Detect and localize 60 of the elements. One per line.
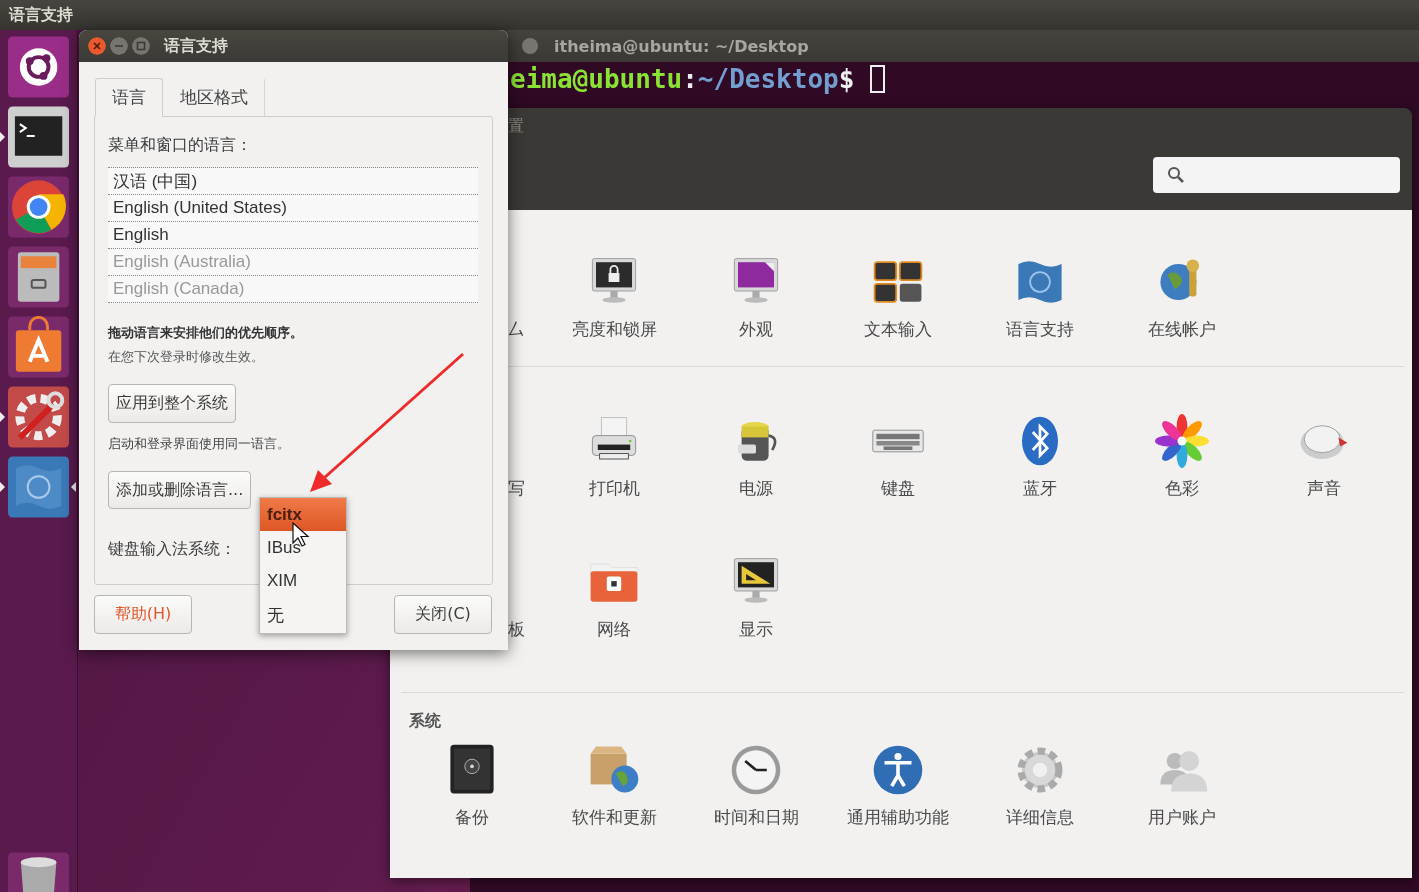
settings-item-label[interactable]: 电源 (739, 477, 773, 500)
app-title: 语言支持 (9, 4, 73, 26)
settings-item-label[interactable]: 写 (508, 477, 525, 500)
menu-item[interactable]: XIM (260, 564, 346, 597)
settings-item-label[interactable]: 板 (508, 618, 525, 641)
note-text: 启动和登录界面使用同一语言。 (108, 435, 291, 453)
apply-button[interactable]: 应用到整个系统 (108, 384, 236, 423)
color-flower-icon (1154, 414, 1210, 468)
maximize-icon[interactable] (132, 37, 150, 55)
close-icon[interactable] (88, 37, 106, 55)
hint-text: 拖动语言来安排他们的优先顺序。 (108, 324, 304, 342)
settings-item-label[interactable]: 打印机 (588, 477, 640, 500)
search-field[interactable] (1153, 157, 1400, 193)
settings-item-label[interactable]: 软件和更新 (571, 806, 657, 829)
section-title: 系统 (409, 711, 442, 732)
circle-logo-icon[interactable] (7, 36, 70, 98)
menu-item[interactable]: IBus (260, 531, 346, 564)
settings-item-label[interactable]: 时间和日期 (713, 806, 799, 829)
settings-item-label[interactable]: 语言支持 (1006, 318, 1074, 341)
help-button[interactable]: 帮助(H) (94, 595, 192, 634)
window-title: 语言支持 (164, 35, 228, 57)
language-row[interactable]: English (108, 222, 478, 249)
window-title: itheima@ubuntu: ~/Desktop (554, 36, 809, 56)
add-language-button[interactable]: 添加或删除语言... (108, 471, 252, 509)
settings-item-label[interactable]: 外观 (739, 318, 773, 341)
settings-item-label[interactable]: 色彩 (1165, 477, 1199, 500)
window-title: 置 (508, 116, 524, 137)
flag-icon[interactable] (7, 456, 70, 518)
tab[interactable]: 语言 (95, 78, 163, 117)
settings-item-label[interactable]: 备份 (455, 806, 489, 829)
file-cabinet-icon[interactable] (7, 246, 70, 308)
settings-item-label[interactable]: 用户账户 (1148, 806, 1216, 829)
field-label: 键盘输入法系统： (108, 539, 236, 560)
section-label: 菜单和窗口的语言： (108, 135, 253, 156)
settings-item-label[interactable]: 通用辅助功能 (847, 806, 949, 829)
gear-wrench-icon[interactable] (7, 386, 70, 448)
language-row[interactable]: English (United States) (108, 195, 478, 222)
settings-item-label[interactable]: 网络 (597, 618, 631, 641)
settings-item-label[interactable]: 亮度和锁屏 (571, 318, 657, 341)
settings-item-label[interactable]: 蓝牙 (1023, 477, 1057, 500)
settings-item-label[interactable]: 显示 (739, 618, 773, 641)
settings-item-label[interactable]: 厶 (508, 318, 525, 341)
terminal-icon[interactable] (7, 106, 70, 168)
terminal-prompt: eima@ubuntu:~/Desktop$ (510, 64, 855, 94)
hint-text: 在您下次登录时修改生效。 (108, 348, 265, 366)
text-cursor (870, 65, 886, 93)
settings-item-label[interactable]: 文本输入 (864, 318, 932, 341)
settings-item-label[interactable]: 声音 (1307, 477, 1341, 500)
settings-item-label[interactable]: 键盘 (881, 477, 915, 500)
maximize-button[interactable] (522, 38, 538, 54)
settings-item-label[interactable]: 在线帐户 (1148, 318, 1216, 341)
language-row[interactable]: 汉语 (中国) (108, 168, 478, 195)
close-button[interactable]: 关闭(C) (394, 595, 492, 634)
menu-item[interactable]: 无 (260, 597, 346, 633)
shopping-bag-icon[interactable] (7, 316, 70, 378)
menu-item[interactable]: fcitx (260, 498, 346, 531)
settings-item-label[interactable]: 详细信息 (1006, 806, 1074, 829)
browser-icon[interactable] (7, 176, 70, 238)
tab[interactable]: 地区格式 (163, 78, 265, 116)
search-icon (1167, 166, 1185, 184)
